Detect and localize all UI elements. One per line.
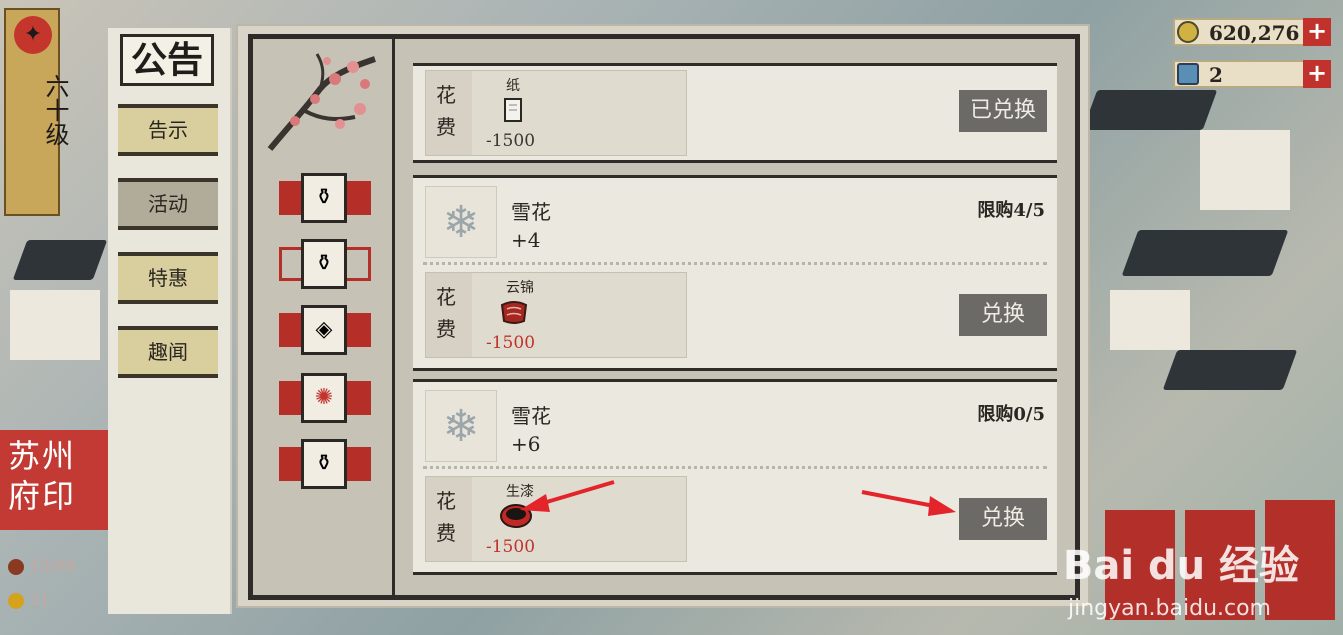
- red-arrow-icon: [861, 490, 956, 516]
- red-arrow-icon: [520, 480, 615, 512]
- watermark-logo: Bai du 经验: [1062, 543, 1299, 589]
- watermark-url: jingyan.baidu.com: [1067, 596, 1271, 621]
